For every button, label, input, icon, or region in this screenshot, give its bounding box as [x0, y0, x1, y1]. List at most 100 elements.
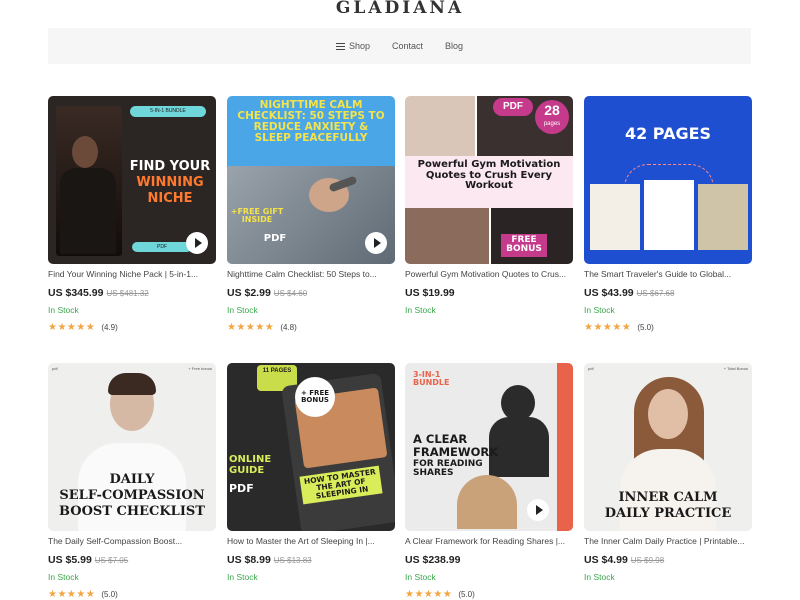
product-title[interactable]: The Inner Calm Daily Practice | Printabl… — [584, 536, 752, 546]
bundle-label: 3-IN-1 BUNDLE — [413, 370, 450, 388]
star-icons: ★★★★★ — [405, 589, 453, 600]
cover-headline: 42 PAGES — [624, 124, 712, 143]
product-title[interactable]: The Daily Self-Compassion Boost... — [48, 536, 216, 546]
product-card[interactable]: pdf + Total Bonus INNER CALM DAILY PRACT… — [584, 363, 752, 582]
stock-status: In Stock — [227, 305, 258, 315]
star-icons: ★★★★★ — [227, 322, 275, 333]
product-title[interactable]: Find Your Winning Niche Pack | 5-in-1... — [48, 269, 216, 279]
product-image[interactable]: 11 PAGES + FREE BONUS ONLINE GUIDE PDF H… — [227, 363, 395, 531]
cover-line1: A CLEAR — [413, 432, 468, 446]
current-price: US $5.99 — [48, 554, 92, 566]
product-card[interactable]: 42 PAGES The Smart Traveler's Guide to G… — [584, 96, 752, 333]
cover-line1: INNER CALM — [618, 490, 718, 505]
menu-icon — [335, 42, 345, 50]
guide-label: ONLINE GUIDE — [229, 454, 272, 476]
nav-blog[interactable]: Blog — [445, 41, 463, 51]
nav-contact[interactable]: Contact — [392, 41, 423, 51]
cover-headline: Powerful Gym Motivation Quotes to Crush … — [417, 159, 561, 191]
stock-status: In Stock — [227, 572, 258, 582]
stock-status: In Stock — [405, 305, 436, 315]
product-price: US $238.99 — [405, 554, 463, 566]
rating: ★★★★★ (5.0) — [584, 322, 654, 333]
bonus-text: + FREE BONUS — [300, 388, 330, 404]
play-icon[interactable] — [527, 499, 549, 521]
product-price: US $43.99 US $67.68 — [584, 287, 674, 299]
cover-line1: FIND YOUR — [129, 159, 211, 174]
product-price: US $345.99 US $481.32 — [48, 287, 149, 299]
rating: ★★★★★ (4.8) — [227, 322, 297, 333]
product-title[interactable]: Nighttime Calm Checklist: 50 Steps to... — [227, 269, 395, 279]
rating: ★★★★★ (5.0) — [48, 589, 118, 600]
cover-headline: NIGHTTIME CALM CHECKLIST: 50 STEPS TO RE… — [237, 99, 385, 145]
main-nav: Shop Contact Blog — [48, 28, 751, 64]
product-image[interactable]: 5-IN-1 BUNDLE FIND YOUR WINNING NICHE PD… — [48, 96, 216, 264]
brand-logo[interactable]: GLADIANA — [0, 0, 800, 18]
pages-word: pages — [543, 121, 561, 127]
cover-line3: FOR READING SHARES — [413, 459, 483, 479]
current-price: US $19.99 — [405, 287, 455, 299]
cover-line2: WINNING — [136, 175, 204, 190]
current-price: US $4.99 — [584, 554, 628, 566]
product-title[interactable]: Powerful Gym Motivation Quotes to Crus..… — [405, 269, 573, 279]
gym-photo-3 — [405, 208, 489, 264]
star-icons: ★★★★★ — [48, 322, 96, 333]
cover-line3: BOOST CHECKLIST — [59, 504, 205, 519]
product-image[interactable]: pdf + Free bonus DAILY SELF-COMPASSION B… — [48, 363, 216, 531]
product-image[interactable]: NIGHTTIME CALM CHECKLIST: 50 STEPS TO RE… — [227, 96, 395, 264]
current-price: US $238.99 — [405, 554, 461, 566]
cover-line2: SELF-COMPASSION — [59, 488, 205, 503]
product-price: US $4.99 US $9.98 — [584, 554, 664, 566]
stock-status: In Stock — [48, 305, 79, 315]
rating: ★★★★★ (5.0) — [405, 589, 475, 600]
play-icon[interactable] — [365, 232, 387, 254]
product-price: US $2.99 US $4.60 — [227, 287, 307, 299]
page-preview-1 — [590, 184, 640, 250]
product-price: US $8.99 US $13.83 — [227, 554, 312, 566]
product-card[interactable]: 11 PAGES + FREE BONUS ONLINE GUIDE PDF H… — [227, 363, 395, 582]
rating-value: (4.9) — [101, 323, 118, 332]
product-title[interactable]: A Clear Framework for Reading Shares |..… — [405, 536, 573, 546]
bundle-badge: 5-IN-1 BUNDLE — [130, 106, 206, 117]
star-icons: ★★★★★ — [584, 322, 632, 333]
rating-value: (5.0) — [637, 323, 654, 332]
product-image[interactable]: 42 PAGES — [584, 96, 752, 264]
cover-line2: DAILY PRACTICE — [604, 506, 732, 521]
nav-shop[interactable]: Shop — [335, 41, 370, 51]
pages-badge: 28 pages — [535, 100, 569, 134]
stock-status: In Stock — [48, 572, 79, 582]
product-card[interactable]: 3-IN-1 BUNDLE A CLEAR FRAMEWORK FOR READ… — [405, 363, 573, 600]
current-price: US $345.99 — [48, 287, 104, 299]
star-icons: ★★★★★ — [48, 589, 96, 600]
product-card[interactable]: pdf + Free bonus DAILY SELF-COMPASSION B… — [48, 363, 216, 600]
product-price: US $5.99 US $7.05 — [48, 554, 128, 566]
pdf-badge: PDF — [132, 242, 192, 252]
old-price: US $9.98 — [630, 556, 665, 565]
product-image[interactable]: 3-IN-1 BUNDLE A CLEAR FRAMEWORK FOR READ… — [405, 363, 573, 531]
current-price: US $2.99 — [227, 287, 271, 299]
corner-label-right: + Total Bonus — [723, 366, 748, 371]
corner-label-left: pdf — [52, 366, 58, 371]
cover-line2: FRAMEWORK — [413, 445, 499, 459]
product-card[interactable]: 5-IN-1 BUNDLE FIND YOUR WINNING NICHE PD… — [48, 96, 216, 333]
pdf-label: PDF — [263, 233, 287, 244]
bonus-circle: + FREE BONUS — [295, 377, 335, 417]
gym-photo-1 — [405, 96, 475, 156]
product-image[interactable]: PDF 28 pages Powerful Gym Motivation Quo… — [405, 96, 573, 264]
portrait-head — [72, 136, 98, 168]
product-card[interactable]: NIGHTTIME CALM CHECKLIST: 50 STEPS TO RE… — [227, 96, 395, 333]
nav-shop-label: Shop — [348, 41, 370, 51]
play-icon[interactable] — [186, 232, 208, 254]
bonus-badge: FREE BONUS — [501, 234, 547, 257]
cover-line1: DAILY — [109, 472, 155, 487]
corner-label-left: pdf — [588, 366, 594, 371]
gift-text: +FREE GIFT INSIDE — [230, 207, 284, 225]
rating-value: (5.0) — [101, 590, 118, 599]
product-image[interactable]: pdf + Total Bonus INNER CALM DAILY PRACT… — [584, 363, 752, 531]
page-preview-3 — [698, 184, 748, 250]
product-title[interactable]: The Smart Traveler's Guide to Global... — [584, 269, 752, 279]
page-preview-2 — [644, 180, 694, 250]
product-title[interactable]: How to Master the Art of Sleeping In |..… — [227, 536, 395, 546]
old-price: US $4.60 — [273, 289, 308, 298]
pdf-label: PDF — [229, 482, 254, 495]
product-card[interactable]: PDF 28 pages Powerful Gym Motivation Quo… — [405, 96, 573, 315]
